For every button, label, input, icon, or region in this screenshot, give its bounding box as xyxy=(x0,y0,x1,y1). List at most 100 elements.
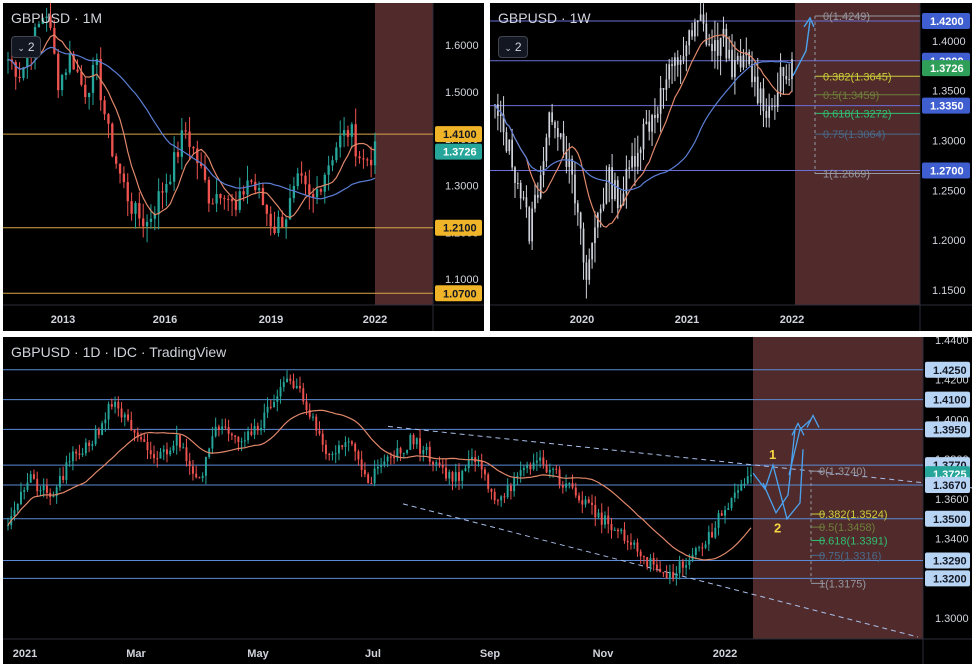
candle-body xyxy=(334,453,337,455)
candle-body xyxy=(276,396,279,402)
candle-body xyxy=(76,69,79,72)
candle-body xyxy=(295,385,298,389)
candle-body xyxy=(675,573,678,579)
daily-chart-panel[interactable]: 1.44001.42001.40001.38001.36001.34001.32… xyxy=(3,337,972,664)
price-label-text: 1.4200 xyxy=(930,16,964,28)
candle-body xyxy=(649,558,652,567)
candle-body xyxy=(676,57,679,65)
candle-body xyxy=(645,121,648,124)
candle-body xyxy=(117,401,120,409)
candle-body xyxy=(500,496,503,501)
candle-body xyxy=(525,197,528,208)
candle-body xyxy=(176,152,180,157)
x-tick-label: May xyxy=(247,648,269,660)
candle-body xyxy=(84,442,87,454)
candle-body xyxy=(339,135,342,148)
candle-body xyxy=(754,76,756,83)
price-label-text: 1.3950 xyxy=(933,424,967,436)
candle-body xyxy=(118,163,122,174)
candle-body xyxy=(62,475,65,481)
indicator-count: 2 xyxy=(514,40,522,54)
candle-body xyxy=(522,197,525,199)
candle-body xyxy=(172,445,175,451)
candle-body xyxy=(126,182,129,202)
candle-body xyxy=(26,482,29,490)
candle-body xyxy=(691,30,693,37)
candle-body xyxy=(386,456,389,462)
candle-body xyxy=(42,485,45,491)
candle-body xyxy=(671,64,673,66)
candle-body xyxy=(576,203,579,213)
candle-body xyxy=(646,556,649,567)
candle-body xyxy=(91,444,94,446)
candle-body xyxy=(605,183,608,204)
candle-body xyxy=(357,451,360,460)
candle-body xyxy=(412,434,415,445)
candle-body xyxy=(13,510,16,517)
candle-body xyxy=(308,184,311,195)
y-tick-label: 1.6000 xyxy=(445,40,479,52)
candle-body xyxy=(57,53,60,91)
candle-body xyxy=(261,188,265,205)
candle-body xyxy=(542,161,545,176)
candle-body xyxy=(539,175,542,198)
candle-body xyxy=(406,449,409,453)
candle-body xyxy=(354,443,357,452)
weekly-indicator-toggle-button[interactable]: ⌄ 2 xyxy=(498,36,528,58)
candle-body xyxy=(668,64,671,80)
candle-body xyxy=(493,491,496,501)
candle-body xyxy=(774,105,776,107)
candle-body xyxy=(230,198,234,202)
candle-body xyxy=(614,180,616,200)
monthly-chart[interactable]: 1.60001.50001.40001.30001.20001.10002013… xyxy=(3,3,484,331)
daily-chart[interactable]: 1.44001.42001.40001.38001.36001.34001.32… xyxy=(3,337,972,664)
candle-body xyxy=(315,189,319,198)
candle-body xyxy=(234,201,238,210)
monthly-chart-panel[interactable]: 1.60001.50001.40001.30001.20001.10002013… xyxy=(3,3,484,331)
candle-body xyxy=(230,433,233,436)
y-tick-label: 1.3400 xyxy=(935,534,969,546)
candle-body xyxy=(696,20,699,23)
price-label-text: 1.3670 xyxy=(933,480,967,492)
monthly-indicator-toggle-button[interactable]: ⌄ 2 xyxy=(11,36,41,58)
y-tick-label: 1.1500 xyxy=(932,285,966,297)
candle-body xyxy=(441,465,444,468)
candle-body xyxy=(636,152,639,167)
price-label-text: 1.4100 xyxy=(443,129,477,141)
candle-body xyxy=(506,485,509,498)
candle-body xyxy=(499,114,502,116)
candle-body xyxy=(7,525,9,527)
x-tick-label: 2013 xyxy=(51,314,75,326)
candle-body xyxy=(445,467,447,479)
candle-body xyxy=(188,131,191,147)
candle-body xyxy=(32,474,35,479)
candle-body xyxy=(81,453,84,455)
candle-body xyxy=(282,382,285,388)
candle-body xyxy=(175,435,178,446)
candle-body xyxy=(95,59,99,65)
candle-body xyxy=(123,414,126,418)
candle-body xyxy=(740,484,743,491)
candle-body xyxy=(207,179,211,204)
candle-body xyxy=(153,454,155,459)
candle-body xyxy=(659,88,662,114)
future-zone xyxy=(795,3,920,305)
price-label-text: 1.3200 xyxy=(933,573,967,585)
candle-body xyxy=(354,124,357,157)
candle-body xyxy=(296,173,299,186)
y-tick-label: 1.4400 xyxy=(935,337,969,347)
candle-body xyxy=(594,504,597,518)
fib-level-label: 0.382(1.3645) xyxy=(823,71,892,83)
candle-body xyxy=(626,540,629,543)
candle-body xyxy=(519,470,522,476)
weekly-chart-panel[interactable]: 1.4000 1.3500 1.3000 1.2500 1.2000 1.1500 2020… xyxy=(490,3,972,331)
candle-body xyxy=(288,198,292,220)
candle-body xyxy=(366,159,369,161)
candle-body xyxy=(16,503,19,511)
monthly-chart-title: GBPUSD · 1M xyxy=(11,10,103,26)
candle-body xyxy=(185,447,188,462)
candle-body xyxy=(335,147,338,161)
candle-body xyxy=(708,43,711,45)
weekly-chart[interactable]: 1.4000 1.3500 1.3000 1.2500 1.2000 1.1500 2020… xyxy=(490,3,972,331)
candle-body xyxy=(694,548,697,555)
